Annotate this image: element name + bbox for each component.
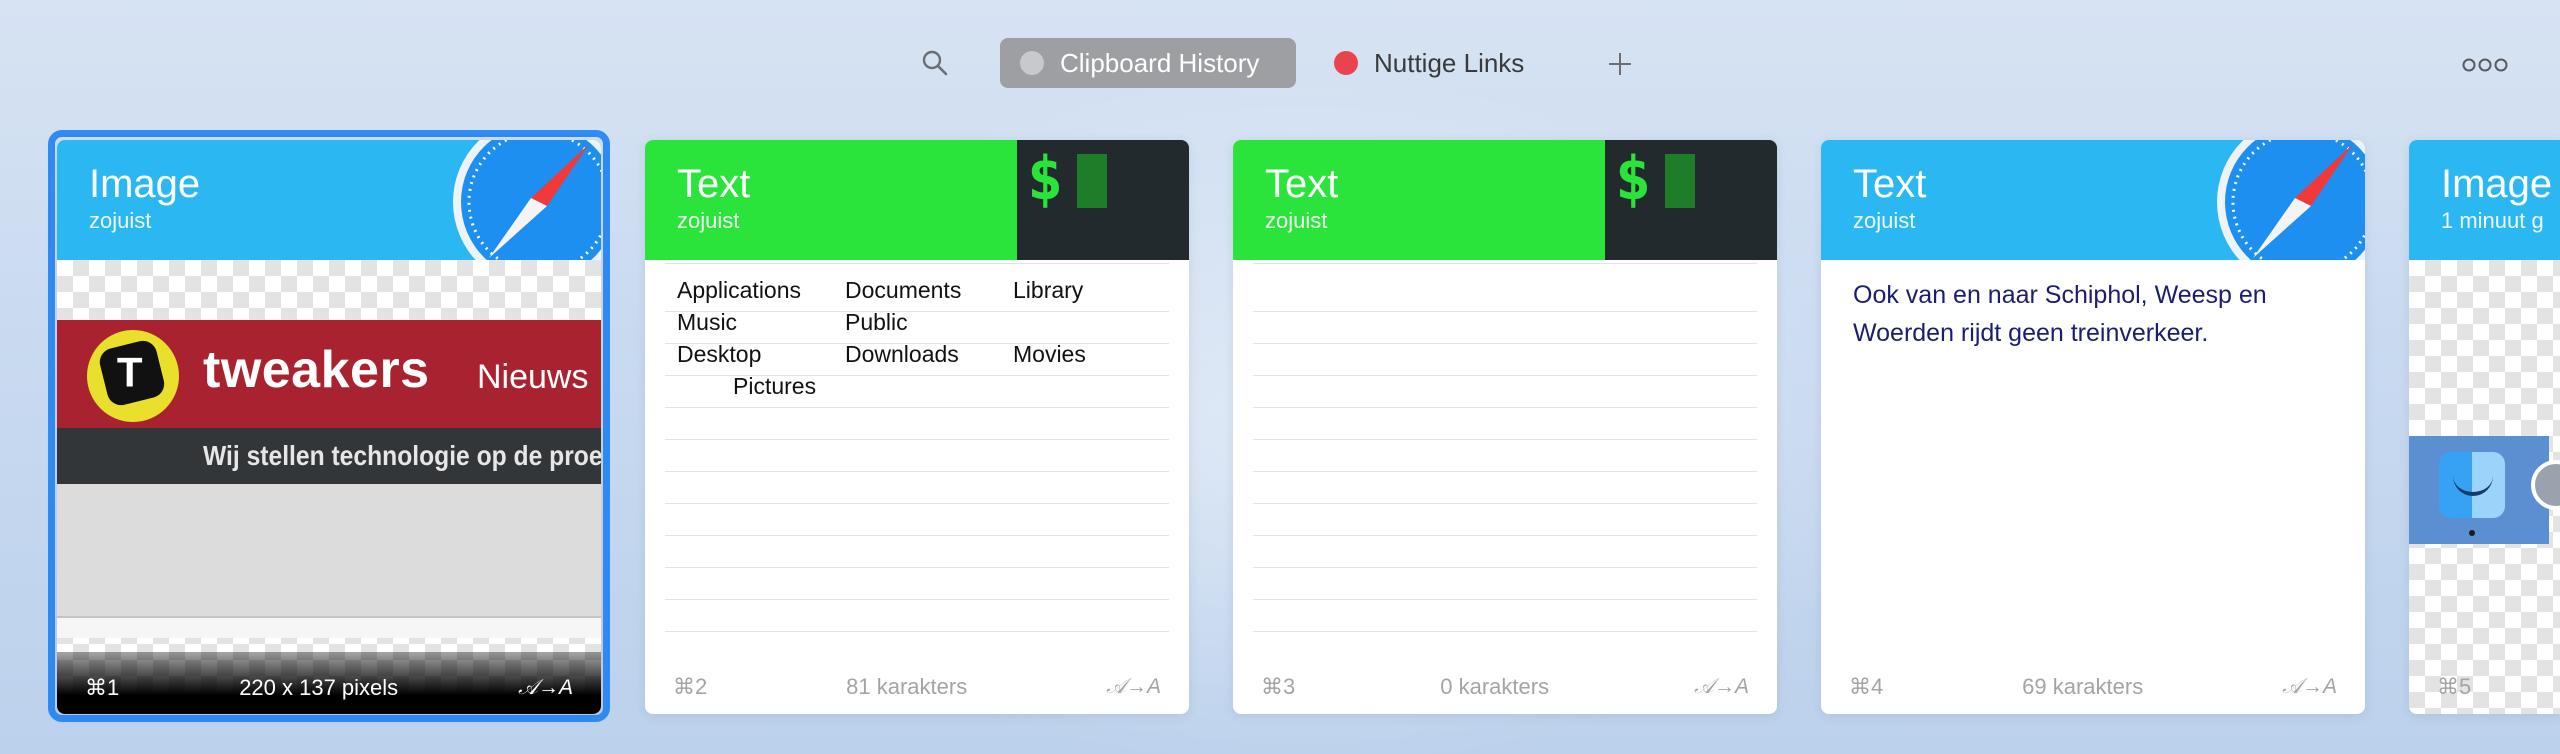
card-type: Text	[677, 162, 751, 206]
text-cell: Documents	[845, 277, 962, 303]
card-header: Text zojuist $	[1233, 140, 1777, 260]
card-time: zojuist	[1265, 208, 1328, 233]
text-cell: Library	[1013, 277, 1084, 303]
text-content: Ook van en naar Schiphol, Weesp en Woerd…	[1853, 281, 2267, 347]
card-type: Text	[1265, 162, 1339, 206]
card-type: Text	[1853, 162, 1927, 206]
text-cell: Desktop	[677, 341, 762, 367]
card-type: Image	[2441, 162, 2553, 206]
card-time: 1 minuut g	[2441, 208, 2544, 233]
text-cell: Downloads	[845, 341, 959, 367]
site-section: Nieuws	[477, 358, 589, 396]
text-cell: Movies	[1013, 341, 1086, 367]
plus-icon[interactable]	[1606, 50, 1634, 78]
ruled-lines	[1253, 260, 1757, 660]
card-footer: ⌘1 220 x 137 pixels 𝒜→A	[57, 652, 601, 714]
tab-nuttige-links[interactable]: Nuttige Links	[1334, 38, 1574, 88]
text-content: Applications Documents Library Music Pub…	[677, 274, 1137, 402]
shortcut-label: ⌘4	[1849, 674, 1884, 699]
card-footer: ⌘3 0 karakters 𝒜→A	[1233, 660, 1777, 714]
card-content: Ook van en naar Schiphol, Weesp en Woerd…	[1821, 260, 2365, 660]
card-footer: ⌘4 69 karakters 𝒜→A	[1821, 660, 2365, 714]
text-cell: Pictures	[733, 373, 817, 399]
clip-info: 220 x 137 pixels	[239, 675, 399, 700]
text-cell: Applications	[677, 277, 802, 303]
text-cell: Music	[677, 309, 738, 335]
image-preview	[2409, 260, 2560, 714]
card-time: zojuist	[1853, 208, 1916, 233]
safari-icon	[411, 140, 601, 260]
tab-label: Clipboard History	[1060, 47, 1260, 78]
card-header: Text zojuist	[1821, 140, 2365, 260]
site-slogan-bar: Wij stellen technologie op de proef	[57, 428, 601, 484]
card-content	[1233, 260, 1777, 660]
shortcut-label: ⌘3	[1261, 674, 1296, 699]
card-type: Image	[89, 162, 201, 206]
page-strip	[57, 616, 601, 638]
card-footer: ⌘2 81 karakters 𝒜→A	[645, 660, 1189, 714]
dock-preview	[2409, 436, 2560, 544]
tweakers-logo-icon: T	[87, 330, 179, 422]
app-icon	[2531, 460, 2560, 510]
tab-color-dot	[1334, 51, 1358, 75]
tab-color-dot	[1020, 51, 1044, 75]
clip-info: 81 karakters	[846, 674, 968, 699]
more-icon[interactable]	[2462, 56, 2508, 74]
site-name: tweakers	[203, 341, 430, 399]
shortcut-label: ⌘2	[673, 674, 708, 699]
terminal-icon: $	[1017, 140, 1189, 260]
clip-card-2[interactable]: Text zojuist $ Applications Documents Li…	[645, 140, 1189, 714]
image-preview: T tweakers Nieuws Wij stellen technologi…	[57, 260, 601, 714]
card-header: Image 1 minuut g	[2409, 140, 2560, 260]
clip-info: 69 karakters	[2022, 674, 2144, 699]
shortcut-label: ⌘5	[2437, 674, 2472, 699]
page-area	[57, 484, 601, 616]
shortcut-label: ⌘1	[85, 675, 120, 700]
tab-clipboard-history[interactable]: Clipboard History	[1000, 38, 1296, 88]
card-header: Text zojuist $	[645, 140, 1189, 260]
card-content: Applications Documents Library Music Pub…	[645, 260, 1189, 660]
paste-plain-button[interactable]: 𝒜→A	[2282, 675, 2337, 699]
tab-label: Nuttige Links	[1374, 47, 1525, 78]
text-cell	[1013, 306, 1137, 338]
card-time: zojuist	[89, 208, 152, 233]
site-banner: T tweakers Nieuws	[57, 320, 601, 428]
safari-icon	[2175, 140, 2365, 260]
paste-plain-button[interactable]: 𝒜→A	[1694, 675, 1749, 699]
card-footer: ⌘5	[2409, 660, 2560, 714]
clip-card-1[interactable]: T tweakers Nieuws Wij stellen technologi…	[57, 140, 601, 714]
card-time: zojuist	[677, 208, 740, 233]
site-slogan: Wij stellen technologie op de proef	[203, 440, 601, 471]
clip-card-3[interactable]: Text zojuist $ ⌘3 0 karakters 𝒜→A	[1233, 140, 1777, 714]
clip-card-4[interactable]: Text zojuist Ook van en naar Schiphol, W…	[1821, 140, 2365, 714]
paste-plain-button[interactable]: 𝒜→A	[1106, 675, 1161, 699]
finder-icon	[2439, 452, 2505, 518]
screenshot-preview: T tweakers Nieuws Wij stellen technologi…	[57, 260, 601, 660]
terminal-icon: $	[1605, 140, 1777, 260]
search-icon[interactable]	[920, 48, 950, 78]
paste-plain-button[interactable]: 𝒜→A	[518, 676, 573, 700]
toolbar: Clipboard History Nuttige Links	[0, 0, 2560, 130]
clip-info: 0 karakters	[1440, 674, 1550, 699]
text-cell: Public	[845, 309, 908, 335]
clip-card-5[interactable]: Image 1 minuut g ⌘5	[2409, 140, 2560, 714]
card-header: Image zojuist	[57, 140, 601, 260]
